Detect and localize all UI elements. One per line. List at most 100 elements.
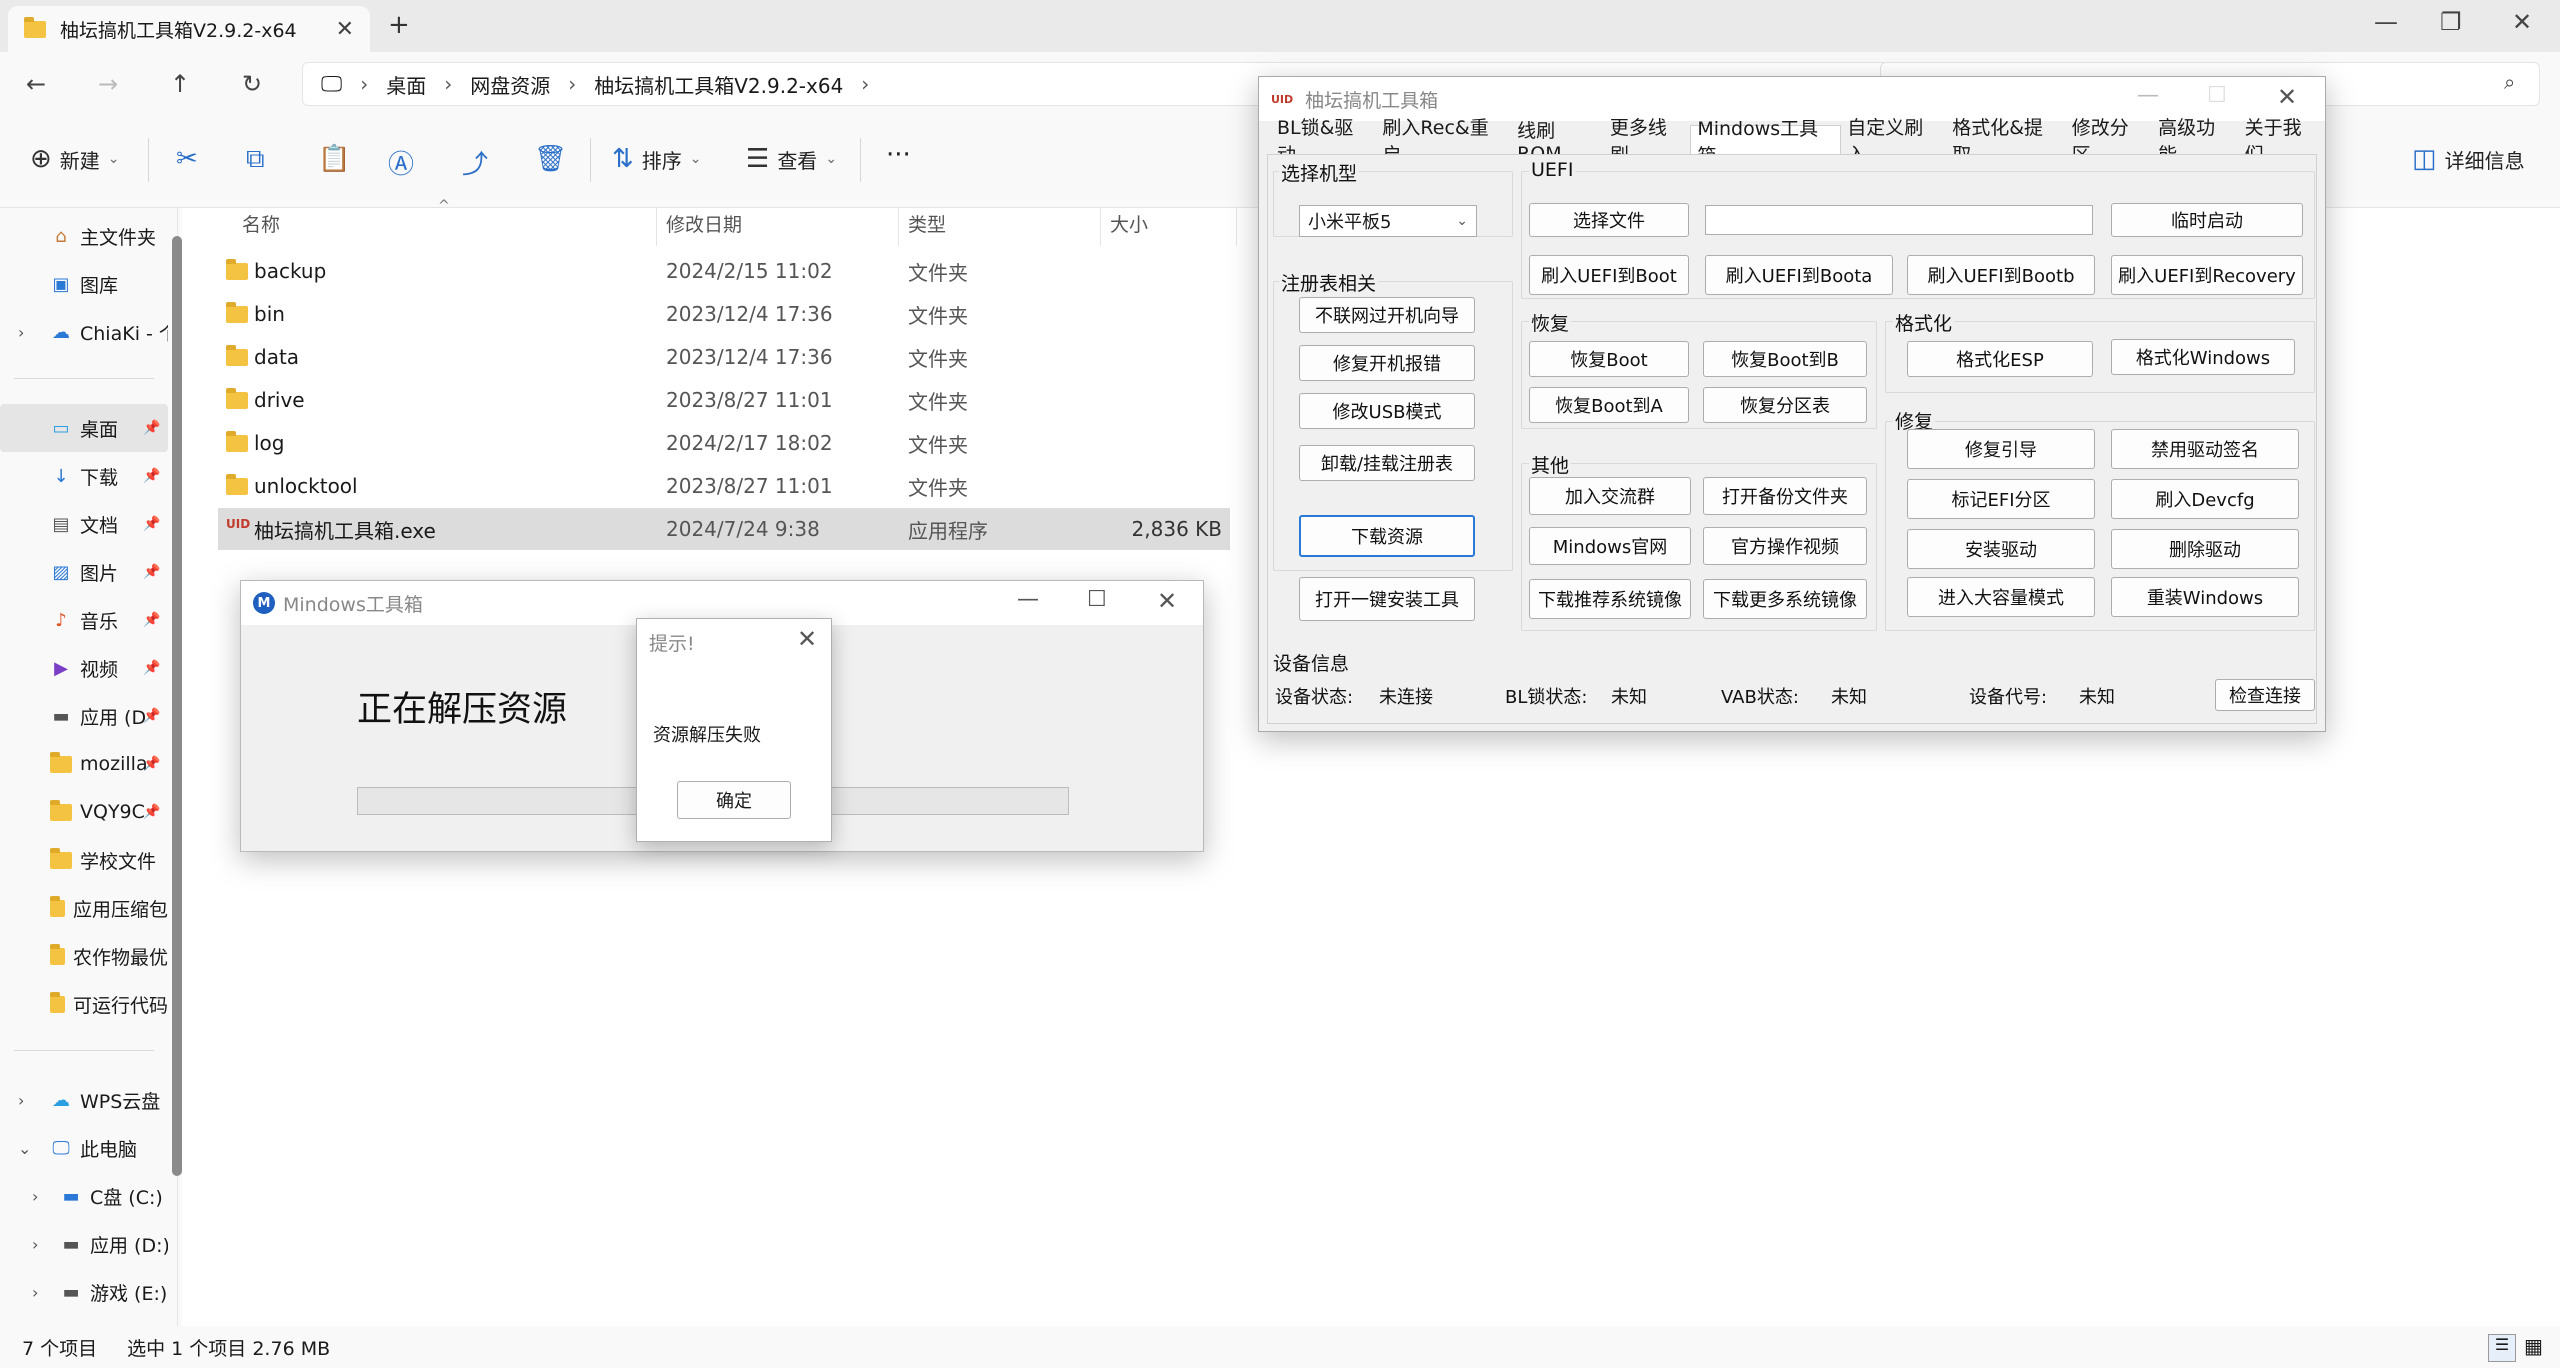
sidebar-item-documents[interactable]: ▤ 文档 📌: [0, 500, 168, 548]
check-connection-button[interactable]: 检查连接: [2215, 679, 2315, 711]
restore-boot-button[interactable]: 恢复Boot: [1529, 341, 1689, 377]
tiles-view-icon[interactable]: ▦: [2524, 1334, 2543, 1358]
maximize-icon[interactable]: ☐: [2207, 83, 2227, 108]
maximize-icon[interactable]: ❐: [2440, 8, 2462, 36]
format-windows-button[interactable]: 格式化Windows: [2111, 339, 2295, 375]
new-button[interactable]: ⊕ 新建 ⌄: [30, 144, 120, 174]
open-backup-folder-button[interactable]: 打开备份文件夹: [1703, 477, 1867, 515]
column-divider[interactable]: [898, 208, 899, 246]
restore-partition-table-button[interactable]: 恢复分区表: [1703, 387, 1867, 423]
cut-icon[interactable]: ✂: [176, 144, 198, 174]
sidebar-item-downloads[interactable]: ↓ 下载 📌: [0, 452, 168, 500]
sidebar-scrollbar[interactable]: [172, 236, 182, 1176]
column-type[interactable]: 类型: [908, 210, 946, 238]
sidebar-item-vqy[interactable]: VQY9C 📌: [0, 788, 168, 836]
download-recommended-image-button[interactable]: 下载推荐系统镜像: [1529, 579, 1691, 619]
search-icon[interactable]: ⌕: [2504, 70, 2515, 94]
reinstall-windows-button[interactable]: 重装Windows: [2111, 577, 2299, 617]
sidebar-item-thispc[interactable]: ⌄ 🖵 此电脑: [0, 1124, 168, 1172]
minimize-icon[interactable]: —: [2374, 8, 2398, 36]
format-esp-button[interactable]: 格式化ESP: [1907, 341, 2093, 377]
breadcrumb-item[interactable]: 桌面: [386, 70, 426, 99]
chevron-down-icon[interactable]: ⌄: [18, 1139, 31, 1158]
file-path-input[interactable]: [1705, 205, 2093, 235]
repair-boot-button[interactable]: 修复引导: [1907, 429, 2095, 469]
column-divider[interactable]: [1236, 208, 1237, 246]
table-row[interactable]: backup 2024/2/15 11:02 文件夹: [218, 250, 1230, 292]
sidebar-item-runnable[interactable]: 可运行代码: [0, 980, 168, 1028]
chevron-right-icon[interactable]: ›: [32, 1187, 38, 1206]
up-icon[interactable]: ↑: [170, 70, 190, 98]
more-icon[interactable]: ···: [886, 140, 911, 170]
breadcrumb-item[interactable]: 网盘资源: [470, 70, 550, 99]
chevron-right-icon[interactable]: ›: [18, 323, 24, 342]
restore-boot-b-button[interactable]: 恢复Boot到B: [1703, 341, 1867, 377]
sidebar-item-music[interactable]: ♪ 音乐 📌: [0, 596, 168, 644]
temp-boot-button[interactable]: 临时启动: [2111, 203, 2303, 237]
download-more-images-button[interactable]: 下载更多系统镜像: [1703, 579, 1867, 619]
install-driver-button[interactable]: 安装驱动: [1907, 529, 2095, 569]
paste-icon[interactable]: 📋: [318, 144, 350, 174]
minimize-icon[interactable]: —: [2137, 83, 2159, 108]
close-icon[interactable]: ✕: [2277, 83, 2297, 111]
sidebar-item-school[interactable]: 学校文件: [0, 836, 168, 884]
table-row[interactable]: bin 2023/12/4 17:36 文件夹: [218, 293, 1230, 335]
table-row[interactable]: log 2024/2/17 18:02 文件夹: [218, 422, 1230, 464]
sidebar-item-crop[interactable]: 农作物最优: [0, 932, 168, 980]
copy-icon[interactable]: ⧉: [246, 144, 265, 175]
chevron-right-icon[interactable]: ›: [32, 1283, 38, 1302]
mark-efi-partition-button[interactable]: 标记EFI分区: [1907, 479, 2095, 519]
column-size[interactable]: 大小: [1110, 210, 1148, 238]
sort-button[interactable]: ⇅ 排序 ⌄: [612, 144, 702, 174]
official-video-button[interactable]: 官方操作视频: [1703, 527, 1867, 565]
chevron-right-icon[interactable]: ›: [18, 1091, 24, 1110]
mass-storage-mode-button[interactable]: 进入大容量模式: [1907, 577, 2095, 617]
delete-icon[interactable]: 🗑: [534, 144, 567, 174]
flash-uefi-bootb-button[interactable]: 刷入UEFI到Bootb: [1907, 255, 2095, 295]
breadcrumb-item[interactable]: 柚坛搞机工具箱V2.9.2-x64: [594, 70, 843, 99]
flash-uefi-recovery-button[interactable]: 刷入UEFI到Recovery: [2111, 255, 2303, 295]
remove-driver-button[interactable]: 删除驱动: [2111, 529, 2299, 569]
column-date[interactable]: 修改日期: [666, 210, 742, 238]
chevron-right-icon[interactable]: ›: [32, 1235, 38, 1254]
model-select[interactable]: 小米平板5 ⌄: [1299, 205, 1477, 237]
sidebar-item-gallery[interactable]: ▣ 图库: [0, 260, 168, 308]
sidebar-item-desktop[interactable]: ▭ 桌面 📌: [0, 404, 168, 452]
minimize-icon[interactable]: —: [1017, 587, 1039, 612]
close-icon[interactable]: ✕: [797, 625, 817, 653]
restore-boot-a-button[interactable]: 恢复Boot到A: [1529, 387, 1689, 423]
ok-button[interactable]: 确定: [677, 781, 791, 819]
maximize-icon[interactable]: ☐: [1087, 587, 1107, 612]
forward-icon[interactable]: →: [98, 70, 118, 98]
mindows-website-button[interactable]: Mindows官网: [1529, 527, 1691, 565]
close-icon[interactable]: ✕: [1157, 587, 1177, 615]
flash-uefi-boota-button[interactable]: 刷入UEFI到Boota: [1705, 255, 1893, 295]
sidebar-item-home[interactable]: ⌂ 主文件夹: [0, 212, 168, 260]
table-row[interactable]: data 2023/12/4 17:36 文件夹: [218, 336, 1230, 378]
select-file-button[interactable]: 选择文件: [1529, 203, 1689, 237]
view-button[interactable]: ☰ 查看 ⌄: [746, 144, 837, 174]
mount-registry-button[interactable]: 卸载/挂载注册表: [1299, 445, 1475, 481]
sidebar-item-appzip[interactable]: 应用压缩包: [0, 884, 168, 932]
flash-uefi-boot-button[interactable]: 刷入UEFI到Boot: [1529, 255, 1689, 295]
table-row[interactable]: drive 2023/8/27 11:01 文件夹: [218, 379, 1230, 421]
table-row[interactable]: unlocktool 2023/8/27 11:01 文件夹: [218, 465, 1230, 507]
sidebar-item-app-d[interactable]: ▬ 应用 (D 📌: [0, 692, 168, 740]
oobe-bypass-button[interactable]: 不联网过开机向导: [1299, 297, 1475, 333]
sidebar-item-pictures[interactable]: ▨ 图片 📌: [0, 548, 168, 596]
flash-devcfg-button[interactable]: 刷入Devcfg: [2111, 479, 2299, 519]
explorer-tab[interactable]: 柚坛搞机工具箱V2.9.2-x64 ✕: [8, 6, 370, 52]
fix-boot-error-button[interactable]: 修复开机报错: [1299, 345, 1475, 381]
table-row[interactable]: UID 柚坛搞机工具箱.exe 2024/7/24 9:38 应用程序 2,836 KB: [218, 508, 1230, 550]
sidebar-item-cloud[interactable]: ›☁ChiaKi - 个: [0, 308, 168, 356]
column-name[interactable]: 名称: [242, 210, 280, 238]
sidebar-item-drive-e[interactable]: › ▬ 游戏 (E:): [0, 1268, 168, 1316]
sidebar-item-wps[interactable]: › ☁ WPS云盘: [0, 1076, 168, 1124]
column-divider[interactable]: [1100, 208, 1101, 246]
sidebar-item-drive-c[interactable]: › ▬ C盘 (C:): [0, 1172, 168, 1220]
column-divider[interactable]: [656, 208, 657, 246]
close-window-icon[interactable]: ✕: [2512, 8, 2532, 36]
disable-driver-signature-button[interactable]: 禁用驱动签名: [2111, 429, 2299, 469]
join-group-button[interactable]: 加入交流群: [1529, 477, 1691, 515]
share-icon[interactable]: ⤴: [462, 144, 488, 181]
